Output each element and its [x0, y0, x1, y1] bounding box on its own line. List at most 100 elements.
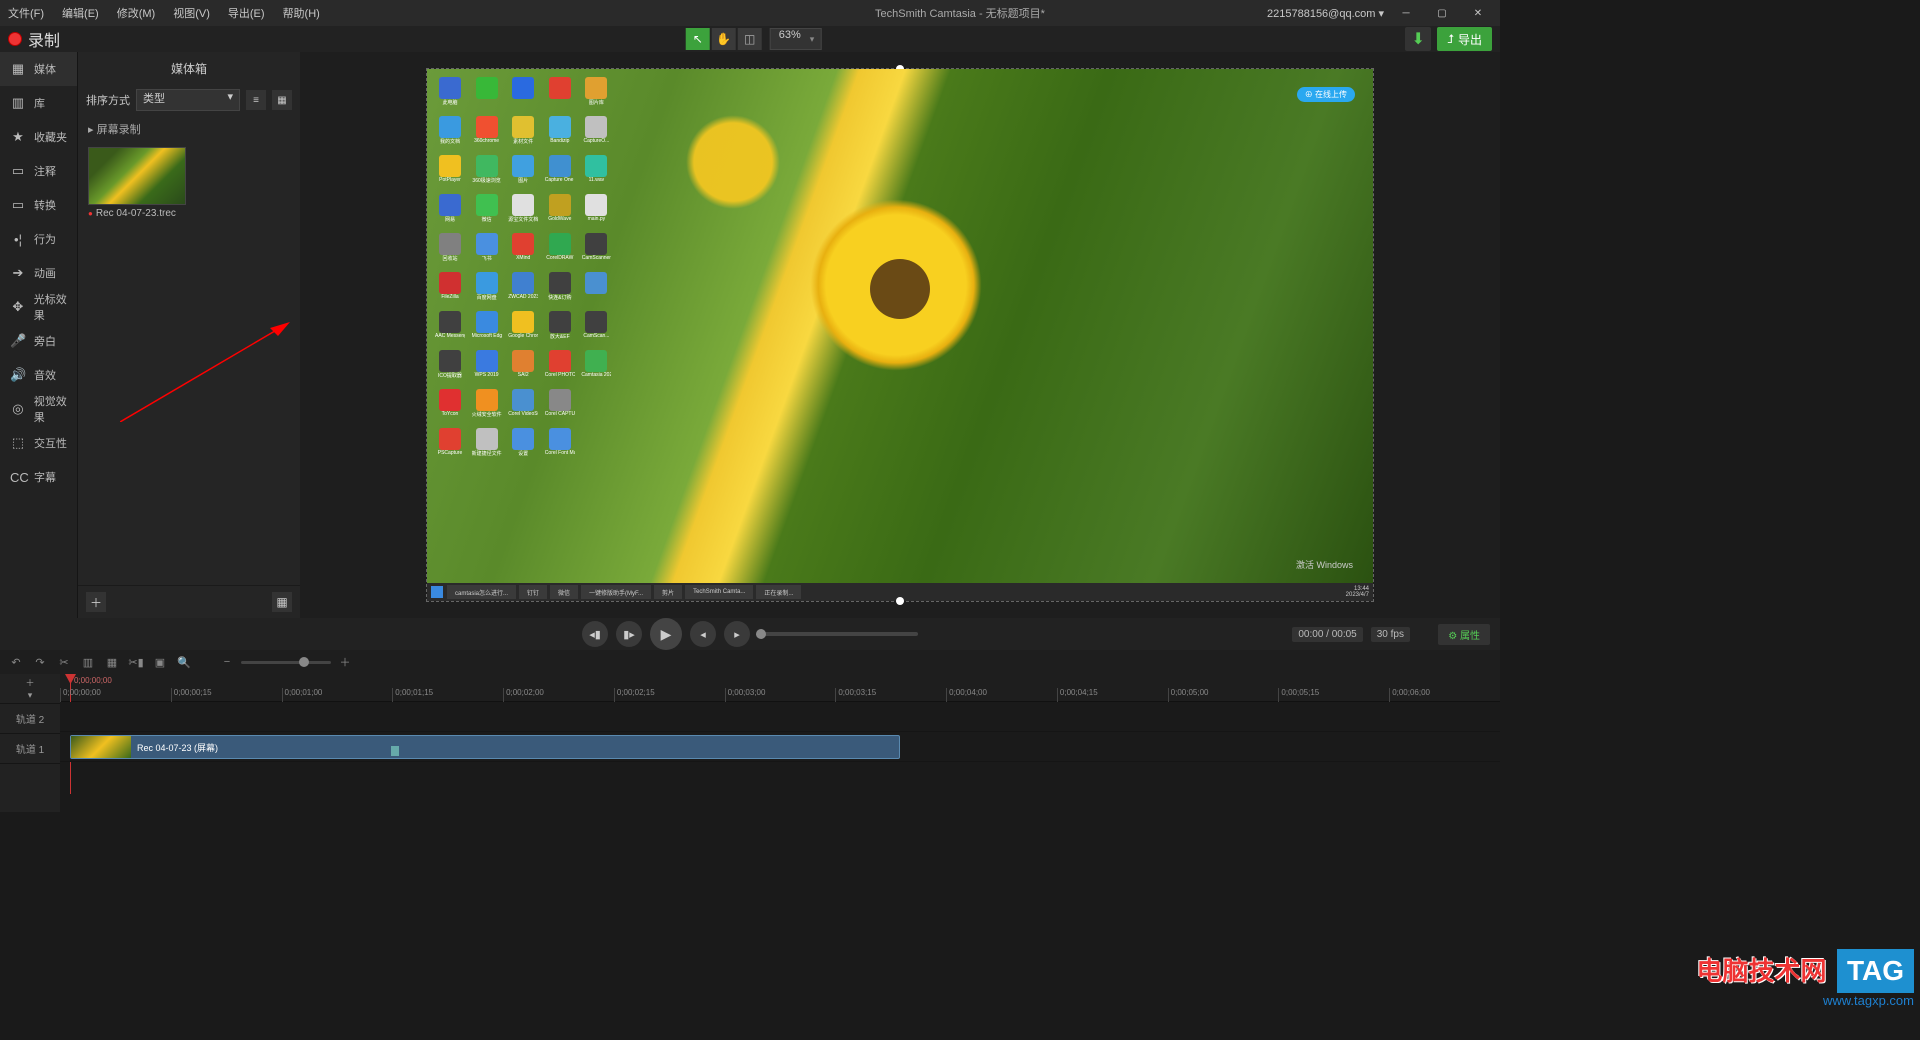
desktop-icon: 快连&订购 [545, 272, 575, 308]
sidebar-item[interactable]: ▭注释 [0, 154, 77, 188]
next-frame-button[interactable]: ▮▸ [616, 621, 642, 647]
desktop-icon: Corel CAPTURE [545, 389, 575, 425]
export-button[interactable]: ⮥ 导出 [1437, 27, 1492, 51]
ruler-mark: 0;00;01;00 [282, 688, 393, 702]
sidebar-icon: •¦ [10, 232, 26, 247]
desktop-icon: main.py [581, 194, 611, 230]
desktop-icon: Corel VideoStud... [508, 389, 538, 425]
sidebar-item[interactable]: ★收藏夹 [0, 120, 77, 154]
volume-slider[interactable] [758, 632, 918, 636]
timeline-zoom[interactable]: − ＋ [219, 654, 353, 670]
menu-item[interactable]: 修改(M) [109, 1, 164, 25]
desktop-icon [581, 428, 611, 464]
desktop-icon: SAI2 [508, 350, 538, 386]
maximize-button[interactable]: ▢ [1428, 3, 1456, 23]
fps-value: 30 fps [1371, 627, 1410, 642]
menu-item[interactable]: 文件(F) [0, 1, 52, 25]
search-button[interactable]: 🔍 [176, 654, 192, 670]
redo-button[interactable]: ↷ [32, 654, 48, 670]
main-area: ▦媒体▥库★收藏夹▭注释▭转换•¦行为➔动画✥光标效果🎤旁白🔊音效◎视觉效果⬚交… [0, 52, 1500, 618]
sidebar-item[interactable]: CC字幕 [0, 460, 77, 494]
properties-button[interactable]: ⚙ 属性 [1438, 624, 1490, 645]
sidebar-item[interactable]: ⬚交互性 [0, 426, 77, 460]
zoom-in-icon[interactable]: ＋ [337, 654, 353, 670]
sidebar-icon: ◎ [10, 401, 26, 417]
video-clip[interactable]: Rec 04-07-23 (屏幕) [70, 735, 900, 759]
sidebar-icon: ★ [10, 129, 26, 145]
account-label[interactable]: 2215788156@qq.com ▾ [1267, 7, 1384, 20]
close-button[interactable]: ✕ [1464, 3, 1492, 23]
track-toggle-buttons[interactable]: ＋▾ [0, 674, 60, 704]
track-row-2[interactable] [60, 702, 1500, 732]
record-button[interactable]: 录制 [8, 27, 60, 51]
track1-header[interactable]: 轨道 1 [0, 734, 60, 764]
sidebar-item[interactable]: ▦媒体 [0, 52, 77, 86]
sort-label: 排序方式 [86, 92, 130, 108]
desktop-icon: 火绒安全软件 [472, 389, 502, 425]
taskbar-item: TechSmith Camta... [685, 585, 753, 599]
crop-tool[interactable]: ◫ [738, 28, 762, 50]
prev-frame-button[interactable]: ◂▮ [582, 621, 608, 647]
add-media-button[interactable]: ＋ [86, 592, 106, 612]
ruler-mark: 0;00;05;00 [1168, 688, 1279, 702]
cloud-upload-badge: ⊕ 在线上传 [1297, 87, 1355, 102]
paste-button[interactable]: ▦ [104, 654, 120, 670]
view-list-button[interactable]: ≡ [246, 90, 266, 110]
media-item[interactable]: Rec 04-07-23.trec [88, 147, 290, 219]
split-button[interactable]: ✂▮ [128, 654, 144, 670]
titlebar: 文件(F)编辑(E)修改(M)视图(V)导出(E)帮助(H) TechSmith… [0, 0, 1500, 26]
menu-item[interactable]: 视图(V) [165, 1, 218, 25]
grid-view-button[interactable]: ▦ [272, 592, 292, 612]
zoom-slider[interactable] [241, 661, 331, 664]
sidebar-item[interactable]: •¦行为 [0, 222, 77, 256]
desktop-icon: 图片库 [581, 77, 611, 113]
taskbar-item: 剪片 [654, 585, 682, 599]
sidebar-label: 旁白 [34, 333, 56, 349]
cut-button[interactable]: ✂ [56, 654, 72, 670]
sidebar-item[interactable]: ➔动画 [0, 256, 77, 290]
copy-button[interactable]: ▥ [80, 654, 96, 670]
select-tool[interactable]: ↖ [686, 28, 710, 50]
track-row-1[interactable]: Rec 04-07-23 (屏幕) [60, 732, 1500, 762]
zoom-out-icon[interactable]: − [219, 654, 235, 670]
sidebar-item[interactable]: ▭转换 [0, 188, 77, 222]
sidebar-item[interactable]: ◎视觉效果 [0, 392, 77, 426]
step-fwd-button[interactable]: ▸ [724, 621, 750, 647]
taskbar-item: camtasia怎么进行... [447, 585, 516, 599]
panel-section[interactable]: 屏幕录制 [78, 115, 300, 143]
activate-windows: 激活 Windows [1296, 558, 1353, 571]
sidebar-label: 库 [34, 95, 45, 111]
desktop-icon: ICO提取器 [435, 350, 465, 386]
sunflower-decoration [673, 112, 793, 212]
start-icon [431, 586, 443, 598]
timeline-ruler[interactable]: 0;00;00;00 0;00;00;000;00;00;150;00;01;0… [60, 674, 1500, 702]
camera-button[interactable]: ▣ [152, 654, 168, 670]
tracks-area[interactable]: 0;00;00;00 0;00;00;000;00;00;150;00;01;0… [60, 674, 1500, 812]
desktop-icon: 回收站 [435, 233, 465, 269]
menu-item[interactable]: 编辑(E) [54, 1, 107, 25]
sidebar-item[interactable]: ✥光标效果 [0, 290, 77, 324]
menu-item[interactable]: 导出(E) [220, 1, 273, 25]
desktop-icon: 微信 [472, 194, 502, 230]
desktop-icon [472, 77, 502, 113]
desktop-icon: 新建捷径文件 [472, 428, 502, 464]
menu-item[interactable]: 帮助(H) [275, 1, 328, 25]
ruler-mark: 0;00;04;00 [946, 688, 1057, 702]
minimize-button[interactable]: ─ [1392, 3, 1420, 23]
view-grid-button[interactable]: ▦ [272, 90, 292, 110]
step-back-button[interactable]: ◂ [690, 621, 716, 647]
sidebar-item[interactable]: 🎤旁白 [0, 324, 77, 358]
ruler-mark: 0;00;02;15 [614, 688, 725, 702]
undo-button[interactable]: ↶ [8, 654, 24, 670]
pan-tool[interactable]: ✋ [712, 28, 736, 50]
download-button[interactable]: ⬇ [1405, 27, 1430, 51]
sidebar-item[interactable]: 🔊音效 [0, 358, 77, 392]
sort-select[interactable]: 类型 ▾ [136, 89, 240, 111]
canvas-frame[interactable]: 此电脑图片库我的文档360chrome素材文件BandizipCaptureO.… [426, 68, 1374, 602]
desktop-icon: 360极速浏览 [472, 155, 502, 191]
play-button[interactable]: ▶ [650, 618, 682, 650]
sidebar-item[interactable]: ▥库 [0, 86, 77, 120]
track2-header[interactable]: 轨道 2 [0, 704, 60, 734]
clip-thumbnail [71, 736, 131, 758]
desktop-icon [545, 77, 575, 113]
